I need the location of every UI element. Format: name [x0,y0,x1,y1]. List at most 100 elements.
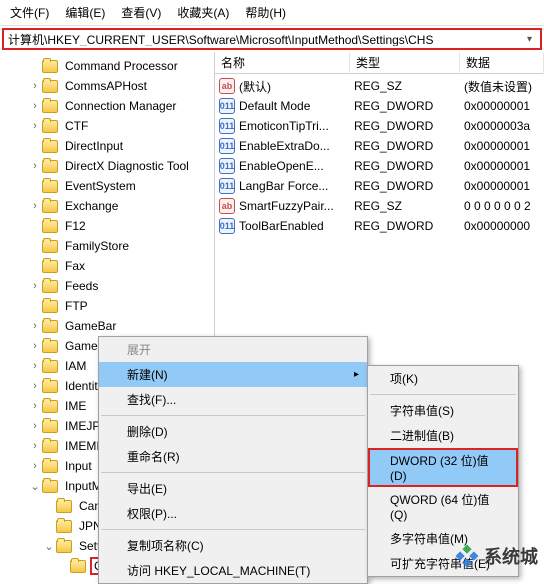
value-data: 0x0000003a [464,119,544,133]
tree-node[interactable]: › Feeds [0,276,214,296]
value-name: EmoticonTipTri... [239,119,354,133]
value-row[interactable]: 011EnableOpenE...REG_DWORD0x00000001 [215,156,544,176]
address-input[interactable] [8,32,523,46]
tree-label[interactable]: Fax [62,258,88,274]
tree-label[interactable]: CTF [62,118,91,134]
value-name: EnableExtraDo... [239,139,354,153]
menu-help[interactable]: 帮助(H) [241,2,290,23]
column-type[interactable]: 类型 [350,52,460,74]
tree-label[interactable]: Input [62,458,95,474]
column-name[interactable]: 名称 [215,52,350,74]
folder-icon [42,320,58,333]
value-row[interactable]: 011EnableExtraDo...REG_DWORD0x00000001 [215,136,544,156]
menu-item-permissions[interactable]: 权限(P)... [99,501,367,526]
tree-label[interactable]: F12 [62,218,89,234]
tree-node[interactable]: F12 [0,216,214,236]
submenu-item-dword[interactable]: DWORD (32 位)值(D) [368,448,518,487]
tree-node[interactable]: Fax [0,256,214,276]
value-row[interactable]: 011LangBar Force...REG_DWORD0x00000001 [215,176,544,196]
menu-item-copy-key[interactable]: 复制项名称(C) [99,533,367,558]
value-data: 0x00000001 [464,139,544,153]
tree-node[interactable]: › Connection Manager [0,96,214,116]
tree-node[interactable]: FTP [0,296,214,316]
tree-label[interactable]: IME [62,398,89,414]
expand-icon[interactable]: › [28,120,42,132]
menu-item-export[interactable]: 导出(E) [99,476,367,501]
dword-value-icon: 011 [219,218,235,234]
address-bar: ▾ [2,28,542,50]
value-name: (默认) [239,78,354,95]
submenu-item-qword[interactable]: QWORD (64 位)值(Q) [368,487,518,526]
column-data[interactable]: 数据 [460,52,544,74]
tree-label[interactable]: GameBar [62,318,119,334]
value-data: 0x00000001 [464,179,544,193]
expand-icon[interactable]: › [28,320,42,332]
tree-node[interactable]: › DirectX Diagnostic Tool [0,156,214,176]
value-type: REG_DWORD [354,119,464,133]
menu-item-new[interactable]: 新建(N)▸ [99,362,367,387]
expand-icon[interactable]: › [28,420,42,432]
tree-node[interactable]: EventSystem [0,176,214,196]
tree-label[interactable]: Exchange [62,198,121,214]
expand-icon[interactable]: › [28,380,42,392]
tree-node[interactable]: › Exchange [0,196,214,216]
expand-icon[interactable]: › [28,360,42,372]
tree-label[interactable]: Connection Manager [62,98,179,114]
expand-icon[interactable]: › [28,80,42,92]
submenu-item-key[interactable]: 项(K) [368,366,518,391]
tree-node[interactable]: Command Processor [0,56,214,76]
value-row[interactable]: 011EmoticonTipTri...REG_DWORD0x0000003a [215,116,544,136]
menu-item-delete[interactable]: 删除(D) [99,419,367,444]
value-row[interactable]: 011ToolBarEnabledREG_DWORD0x00000000 [215,216,544,236]
menu-view[interactable]: 查看(V) [117,2,165,23]
address-dropdown-icon[interactable]: ▾ [523,34,536,45]
folder-icon [56,540,72,553]
context-menu: 展开 新建(N)▸ 查找(F)... 删除(D) 重命名(R) 导出(E) 权限… [98,336,368,584]
folder-icon [42,60,58,73]
value-type: REG_DWORD [354,99,464,113]
tree-label[interactable]: FamilyStore [62,238,132,254]
folder-icon [42,300,58,313]
expand-icon[interactable]: › [28,400,42,412]
tree-node[interactable]: FamilyStore [0,236,214,256]
value-row[interactable]: 011Default ModeREG_DWORD0x00000001 [215,96,544,116]
list-header: 名称 类型 数据 [215,52,544,74]
expand-icon[interactable]: › [28,340,42,352]
menu-item-find[interactable]: 查找(F)... [99,387,367,412]
menu-edit[interactable]: 编辑(E) [61,2,109,23]
submenu-item-string[interactable]: 字符串值(S) [368,398,518,423]
tree-node[interactable]: › CTF [0,116,214,136]
expand-icon[interactable]: › [28,200,42,212]
value-row[interactable]: abSmartFuzzyPair...REG_SZ0 0 0 0 0 0 2 [215,196,544,216]
value-row[interactable]: ab(默认)REG_SZ(数值未设置) [215,76,544,96]
tree-label[interactable]: Feeds [62,278,101,294]
menu-item-goto-hklm[interactable]: 访问 HKEY_LOCAL_MACHINE(T) [99,558,367,583]
expand-icon[interactable]: › [28,460,42,472]
value-name: EnableOpenE... [239,159,354,173]
tree-label[interactable]: DirectX Diagnostic Tool [62,158,192,174]
submenu-item-binary[interactable]: 二进制值(B) [368,423,518,448]
tree-label[interactable]: EventSystem [62,178,139,194]
expand-icon[interactable]: ⌄ [42,540,56,553]
menu-favorites[interactable]: 收藏夹(A) [173,2,233,23]
expand-icon[interactable]: ⌄ [28,480,42,493]
menu-file[interactable]: 文件(F) [6,2,53,23]
tree-label[interactable]: DirectInput [62,138,126,154]
folder-icon [56,520,72,533]
expand-icon[interactable]: › [28,280,42,292]
menu-item-expand[interactable]: 展开 [99,337,367,362]
tree-node[interactable]: › CommsAPHost [0,76,214,96]
menu-item-rename[interactable]: 重命名(R) [99,444,367,469]
tree-label[interactable]: CommsAPHost [62,78,150,94]
tree-label[interactable]: FTP [62,298,91,314]
string-value-icon: ab [219,78,235,94]
tree-node[interactable]: DirectInput [0,136,214,156]
expand-icon[interactable]: › [28,440,42,452]
tree-label[interactable]: IAM [62,358,89,374]
tree-node[interactable]: › GameBar [0,316,214,336]
tree-label[interactable]: Command Processor [62,58,181,74]
value-type: REG_SZ [354,79,464,93]
folder-icon [42,480,58,493]
expand-icon[interactable]: › [28,100,42,112]
expand-icon[interactable]: › [28,160,42,172]
